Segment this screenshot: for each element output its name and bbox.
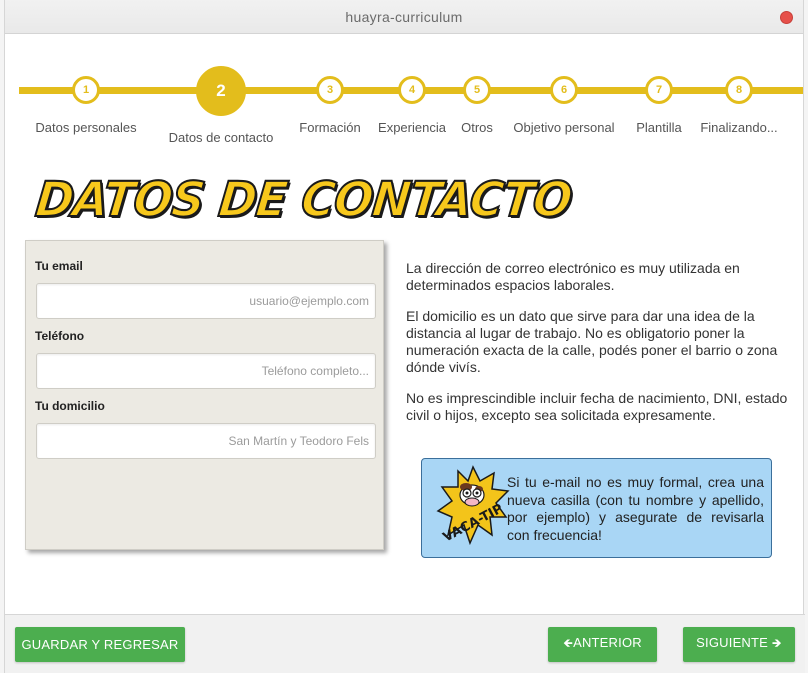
previous-label: ANTERIOR <box>573 635 642 650</box>
save-and-return-button[interactable]: GUARDAR Y REGRESAR <box>15 627 185 662</box>
help-paragraph: La dirección de correo electrónico es mu… <box>406 260 740 293</box>
previous-button[interactable]: 🡸ANTERIOR <box>548 627 657 662</box>
step-number: 7 <box>645 76 673 104</box>
phone-label: Teléfono <box>35 329 85 343</box>
contact-form-card: Tu email Teléfono Tu domicilio <box>25 240 384 550</box>
vaca-tip-badge-icon: VACA-TIP <box>436 465 510 545</box>
arrow-left-icon: 🡸 <box>563 636 574 650</box>
step-number: 3 <box>316 76 344 104</box>
help-paragraph: El domicilio es un dato que sirve para d… <box>406 308 778 375</box>
window-title: huayra-curriculum <box>345 9 463 25</box>
progress-stepper: 1 Datos personales 2 Datos de contacto 3… <box>5 34 805 154</box>
titlebar: huayra-curriculum <box>5 0 803 34</box>
tip-box: VACA-TIP Si tu e-mail no es muy formal, … <box>421 458 772 558</box>
step-label: Datos personales <box>35 120 137 135</box>
tip-text: Si tu e-mail no es muy formal, crea una … <box>507 474 764 543</box>
email-field[interactable] <box>36 283 376 319</box>
page-title: DATOS DE CONTACTO <box>32 170 575 229</box>
address-label: Tu domicilio <box>35 399 105 413</box>
step-number: 6 <box>550 76 578 104</box>
step-number: 1 <box>72 76 100 104</box>
help-text: La dirección de correo electrónico es mu… <box>406 260 791 438</box>
step-number: 2 <box>196 66 246 116</box>
arrow-right-icon: 🡺 <box>771 636 782 650</box>
help-paragraph: No es imprescindible incluir fecha de na… <box>406 390 788 423</box>
step-number: 4 <box>398 76 426 104</box>
footer-bar: GUARDAR Y REGRESAR 🡸ANTERIOR SIGUIENTE 🡺 <box>5 614 805 673</box>
save-and-return-label: GUARDAR Y REGRESAR <box>21 637 179 652</box>
close-window-button[interactable] <box>780 11 793 24</box>
phone-field[interactable] <box>36 353 376 389</box>
next-button[interactable]: SIGUIENTE 🡺 <box>683 627 795 662</box>
step-number: 5 <box>463 76 491 104</box>
step-number: 8 <box>725 76 753 104</box>
address-field[interactable] <box>36 423 376 459</box>
next-label: SIGUIENTE <box>696 635 769 650</box>
email-label: Tu email <box>35 259 83 273</box>
app-window: huayra-curriculum 1 Datos personales 2 D… <box>4 0 805 673</box>
step-label: Finalizando... <box>700 120 778 135</box>
